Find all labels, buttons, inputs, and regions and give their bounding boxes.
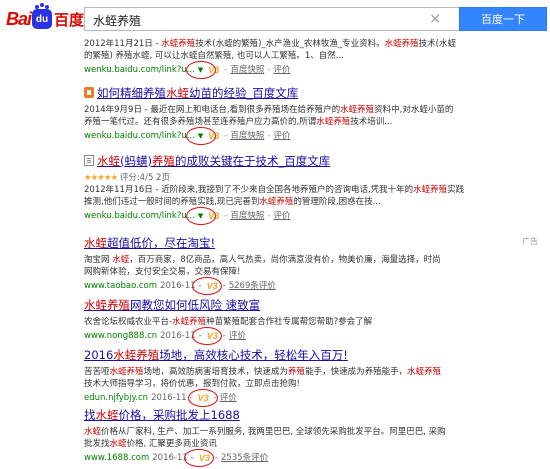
snapshot-link[interactable]: 百度快照 bbox=[230, 130, 264, 142]
ad-1-url-line: www.taobao.com 2016-11 - V3 - 5269条评价 bbox=[84, 280, 276, 292]
ad-eval-link[interactable]: 5269条评价 bbox=[229, 280, 276, 292]
result-url[interactable]: wenku.baidu.com/link?u... bbox=[84, 130, 195, 142]
highlight-circle bbox=[192, 277, 222, 295]
ad-3-desc-2: 技术大师指导学习，将价优惠，报到付款，立即点击抢购! bbox=[84, 379, 300, 389]
eval-link[interactable]: 评价 bbox=[273, 210, 290, 222]
search-query: 水蛭养殖 bbox=[93, 14, 142, 28]
highlight-circle bbox=[188, 389, 218, 407]
ad-4-title[interactable]: 找水蛭价格，采购批发上1688 bbox=[84, 408, 240, 423]
eval-link[interactable]: 评价 bbox=[273, 130, 290, 142]
result-3-snippet-2: 推测,他们违过一般时间的养殖实践,现已完善到水蛭养殖的管理阶段,困惑在技... bbox=[84, 197, 381, 207]
baidu-logo[interactable]: Bai du 百度 bbox=[6, 5, 85, 32]
rating: ★★★★★ 评分:4/5 2页 bbox=[84, 172, 170, 184]
ad-url[interactable]: edun.njfybjy.cn bbox=[84, 392, 148, 404]
ad-date: 2016-11 bbox=[160, 281, 196, 291]
ad-1-desc-1: 淘宝网 水蛭，百万商家，8亿商品，高人气热卖，尚你满意没有价，物美价廉，海量选择… bbox=[84, 255, 441, 265]
highlight-circle bbox=[186, 61, 216, 79]
ad-4-url-line: www.1688.com 2016-11 - V3 - 2535条评价 bbox=[84, 452, 269, 464]
ad-date: 2016-11 bbox=[160, 331, 196, 341]
header: Bai du 百度 水蛭养殖 × 百度一下 bbox=[0, 0, 550, 36]
logo-bai-text: Bai bbox=[6, 8, 32, 29]
ad-date: 2016-11 bbox=[151, 393, 187, 403]
ad-2-title[interactable]: 水蛭养殖网教您如何低风险 速致富 bbox=[84, 298, 260, 313]
highlight-circle bbox=[186, 207, 216, 225]
ad-url[interactable]: www.taobao.com bbox=[84, 280, 157, 292]
highlight-circle bbox=[186, 127, 216, 145]
ad-3-title[interactable]: 2016水蛭养殖场地，高效核心技术，轻松年入百万! bbox=[84, 348, 348, 363]
result-3-title[interactable]: 水蛭(蚂蟥)养殖的成败关键在于技术_百度文库 bbox=[84, 154, 330, 169]
logo-chinese-text: 百度 bbox=[54, 10, 85, 29]
ad-eval-link[interactable]: 评价 bbox=[229, 330, 246, 342]
result-url[interactable]: wenku.baidu.com/link?u... bbox=[84, 210, 195, 222]
ad-url[interactable]: www.nong888.cn bbox=[84, 330, 157, 342]
ad-4-desc-1: 水蛭价格从厂家科, 生产、加工一系列服务, 我两里巴巴, 全球领先采购批发平台。… bbox=[84, 427, 446, 437]
ad-2-desc-1: 农舍论坛权威农业平台-水蛭养殖种苗繁殖配套合作社专属帮您帮助?参会了解 bbox=[84, 317, 373, 327]
result-url[interactable]: wenku.baidu.com/link?u... bbox=[84, 64, 195, 76]
result-2-snippet-1: 2014年9月9日 - 最近在网上和电话台,看到很多养殖场在给养殖户的水蛭养殖资… bbox=[84, 105, 454, 115]
snapshot-link[interactable]: 百度快照 bbox=[230, 210, 264, 222]
baike-icon bbox=[84, 87, 94, 98]
eval-link[interactable]: 评价 bbox=[273, 64, 290, 76]
ad-3-desc-1: 苦苦哑水蛭养殖场地，高效防病害培育技术，快速成为养殖能手，快速成为养殖能手，水蛭… bbox=[84, 367, 442, 377]
result-2-snippet-2: 养殖一笔代过。还有很多养殖场甚至连养殖户应力高价的,所谓水蛭养殖技术培训... bbox=[84, 117, 393, 127]
highlight-circle bbox=[184, 449, 214, 467]
result-1-snippet-1: 2012年11月21日 - 水蛭养殖技术(水蛭的繁殖)_水产渔业_农林牧渔_专业… bbox=[84, 39, 456, 49]
result-2-title[interactable]: 如何精细养殖水蛭幼苗的经验_百度文库 bbox=[84, 86, 298, 101]
search-input[interactable]: 水蛭养殖 × bbox=[84, 7, 459, 31]
star-icon: ★★★★★ bbox=[84, 173, 118, 183]
search-button[interactable]: 百度一下 bbox=[459, 7, 547, 31]
rating-text: 评分:4/5 2页 bbox=[119, 173, 170, 183]
ad-eval-link[interactable]: 评价 bbox=[220, 392, 237, 404]
ad-date: 2016-11 bbox=[152, 453, 188, 463]
snapshot-link[interactable]: 百度快照 bbox=[230, 64, 264, 76]
result-3-snippet-1: 2012年11月16日 - 近阶段来,我接到了不少来自全国各地养殖户的咨询电话,… bbox=[84, 185, 464, 195]
ad-eval-link[interactable]: 2535条评价 bbox=[221, 452, 268, 464]
ad-1-title[interactable]: 水蛭超值低价，尽在淘宝! bbox=[84, 236, 215, 251]
ad-label: 广告 bbox=[522, 237, 538, 246]
result-1-snippet-2: 的繁殖) 养殖水蛭, 可以让水蛭自然繁殖, 也可以人工繁殖。1、自然... bbox=[84, 51, 344, 61]
ad-url[interactable]: www.1688.com bbox=[84, 452, 149, 464]
highlight-circle bbox=[192, 327, 222, 345]
ad-1-desc-2: 网购新体验，支付安全交易，交易有保障! bbox=[84, 267, 241, 277]
paw-icon: du bbox=[32, 5, 53, 29]
ad-4-desc-2: 批发找水蛭价格, 汇聚更多商业资讯 bbox=[84, 439, 217, 449]
document-icon bbox=[84, 155, 94, 166]
clear-icon[interactable]: × bbox=[429, 11, 441, 27]
